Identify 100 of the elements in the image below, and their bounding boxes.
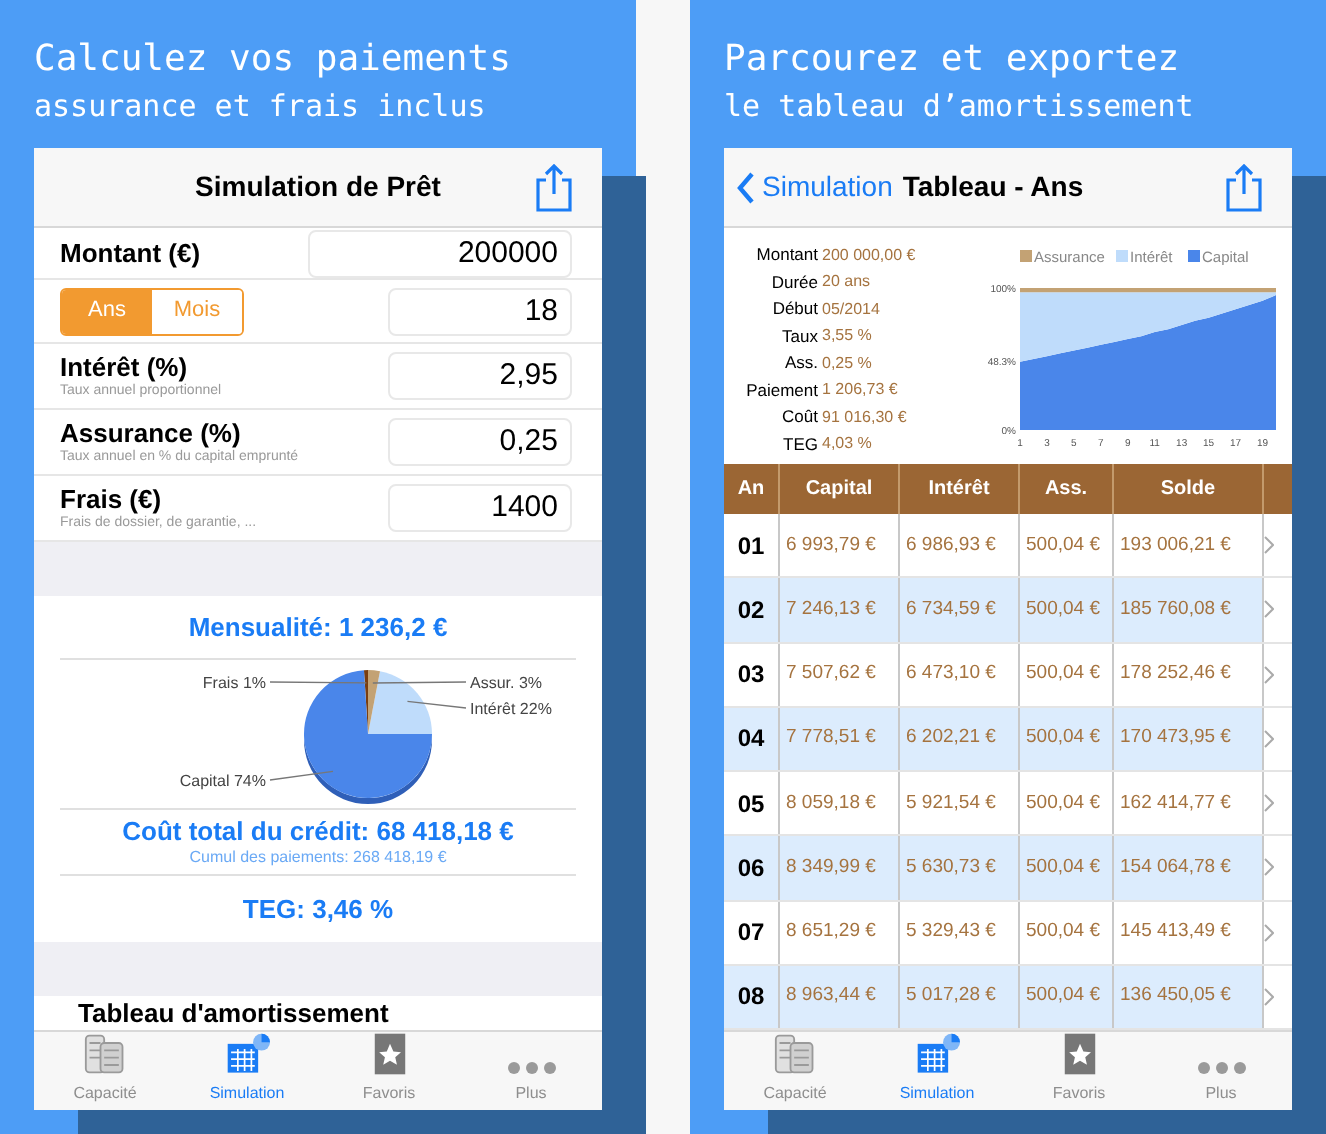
tab[interactable]: Simulation (176, 1032, 318, 1110)
table-cell: 500,04 € (1020, 772, 1114, 835)
share-icon[interactable] (1224, 163, 1264, 211)
pie-label: Frais 1% (202, 674, 266, 692)
table-cell: 5 017,28 € (900, 965, 1020, 1028)
table-cell: 6 986,93 € (900, 514, 1020, 577)
table-row[interactable]: 07 8 651,29 € 5 329,43 € 500,04 € 145 413,49 € (724, 901, 1292, 966)
field-label: Assurance (%) (60, 418, 243, 448)
table-row[interactable]: 01 6 993,79 € 6 986,93 € 500,04 € 193 006,21 € (724, 514, 1292, 579)
subheadline: assurance et frais inclus (34, 86, 488, 128)
summary-value: 05/2014 (822, 297, 880, 322)
more-icon (1195, 1060, 1247, 1076)
summary-value: 20 ans (822, 270, 871, 295)
table-cell: 6 473,10 € (900, 643, 1020, 706)
monthly-payment: Mensualité: 1 236,2 € (186, 609, 450, 646)
summary-label: Paiement (744, 377, 820, 404)
total-cost: Coût total du crédit: 68 418,18 € (122, 816, 514, 848)
summary-label: Durée (769, 269, 820, 296)
table-cell: 5 630,73 € (900, 836, 1020, 899)
summary-label: Ass. (782, 350, 820, 377)
field-label: Intérêt (%) (60, 352, 190, 382)
input-field[interactable]: 1400 (388, 484, 572, 532)
summary-label: Coût (780, 404, 820, 431)
table-row[interactable]: 08 8 963,44 € 5 017,28 € 500,04 € 136 450,05 € (724, 965, 1292, 1030)
back-button[interactable]: Simulation (736, 166, 893, 208)
chevron-right-icon (1264, 794, 1274, 813)
table-cell: 178 252,46 € (1114, 643, 1264, 706)
table-cell: 500,04 € (1020, 707, 1114, 770)
table-cell: 136 450,05 € (1114, 965, 1264, 1028)
summary-label: Début (770, 296, 820, 323)
table-cell: 7 778,51 € (780, 707, 900, 770)
table-cell: 7 246,13 € (780, 578, 900, 641)
chevron-right-icon (1264, 665, 1274, 684)
summary-label: Montant (754, 242, 820, 269)
input-field[interactable]: 2,95 (388, 352, 572, 400)
summary-label: TEG (781, 431, 820, 458)
table-cell: 03 (724, 643, 780, 706)
table-link[interactable]: Tableau d'amortissement (78, 996, 578, 1030)
table-cell: 500,04 € (1020, 578, 1114, 641)
table-row[interactable]: 06 8 349,99 € 5 630,73 € 500,04 € 154 064,78 € (724, 836, 1292, 901)
table-cell: 145 413,49 € (1114, 901, 1264, 964)
cumulative-payments: Cumul des paiements: 268 418,19 € (189, 848, 447, 868)
table-cell: 6 202,21 € (900, 707, 1020, 770)
table-cell: 06 (724, 836, 780, 899)
table-cell: 01 (724, 514, 780, 577)
leader-line (372, 681, 467, 684)
table-cell: 193 006,21 € (1114, 514, 1264, 577)
table-cell: 8 349,99 € (780, 836, 900, 899)
table-cell: 500,04 € (1020, 643, 1114, 706)
nav-title: Tableau - Ans (902, 168, 1086, 206)
leader-line (269, 770, 334, 781)
chevron-right-icon (1264, 987, 1274, 1006)
chevron-right-icon (1264, 729, 1274, 748)
table-cell: 07 (724, 901, 780, 964)
leader-line (269, 681, 368, 684)
table-cell: 04 (724, 707, 780, 770)
table-cell: 500,04 € (1020, 965, 1114, 1028)
table-cell: 500,04 € (1020, 901, 1114, 964)
table-cell: 7 507,62 € (780, 643, 900, 706)
table-cell: 185 760,08 € (1114, 578, 1264, 641)
table-cell: 08 (724, 965, 780, 1028)
more-icon (505, 1060, 557, 1076)
subheadline: le tableau d’amortissement (724, 86, 1196, 128)
table-row[interactable]: 05 8 059,18 € 5 921,54 € 500,04 € 162 414,77 € (724, 772, 1292, 837)
table-row[interactable]: 03 7 507,62 € 6 473,10 € 500,04 € 178 252,46 € (724, 643, 1292, 708)
chevron-left-icon (736, 171, 756, 203)
table-row[interactable]: 02 7 246,13 € 6 734,59 € 500,04 € 185 760,08 € (724, 578, 1292, 643)
summary-label: Taux (780, 323, 820, 350)
table-row[interactable]: 04 7 778,51 € 6 202,21 € 500,04 € 170 473,95 € (724, 707, 1292, 772)
leader-line (406, 700, 467, 709)
input-field[interactable]: 18 (388, 287, 572, 335)
table-cell: 02 (724, 578, 780, 641)
table-cell: 6 734,59 € (900, 578, 1020, 641)
headline: Calculez vos paiements (34, 36, 513, 84)
table-cell: 8 059,18 € (780, 772, 900, 835)
summary-value: 3,55 % (822, 324, 872, 349)
chevron-right-icon (1264, 600, 1274, 619)
share-icon[interactable] (534, 164, 574, 212)
input-field[interactable]: 200000 (308, 229, 572, 277)
table-cell: 170 473,95 € (1114, 707, 1264, 770)
table-cell: 500,04 € (1020, 836, 1114, 899)
summary-value: 91 016,30 € (822, 405, 907, 430)
tab[interactable]: Simulation (866, 1032, 1008, 1110)
field-label: Montant (€) (60, 238, 203, 268)
table-cell: 5 921,54 € (900, 772, 1020, 835)
summary-value: 1 206,73 € (822, 378, 898, 403)
input-field[interactable]: 0,25 (388, 418, 572, 466)
teg: TEG: 3,46 % (240, 891, 396, 928)
table-cell: 6 993,79 € (780, 514, 900, 577)
headline: Parcourez et exportez (724, 36, 1182, 84)
chevron-right-icon (1264, 858, 1274, 877)
table-cell: 8 963,44 € (780, 965, 900, 1028)
table-cell: 05 (724, 772, 780, 835)
table-cell: 8 651,29 € (780, 901, 900, 964)
summary-value: 0,25 % (822, 351, 872, 376)
pie-label: Intérêt 22% (470, 700, 552, 718)
table-cell: 154 064,78 € (1114, 836, 1264, 899)
summary-value: 4,03 % (822, 432, 872, 457)
chevron-right-icon (1264, 536, 1274, 555)
summary-value: 200 000,00 € (822, 243, 916, 268)
